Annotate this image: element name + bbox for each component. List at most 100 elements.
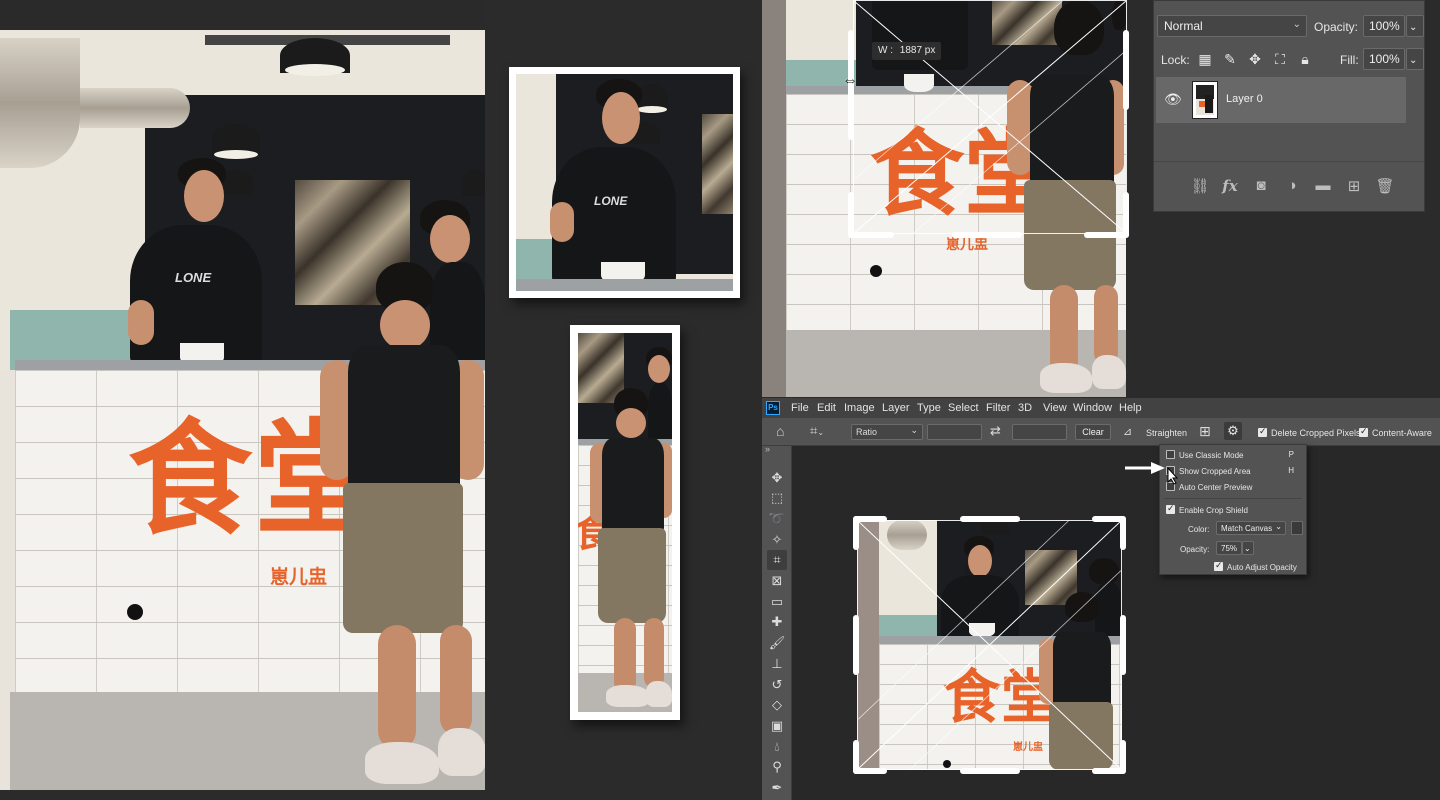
auto-adjust-opacity-option[interactable]: Auto Adjust Opacity [1214,560,1297,572]
layer-row[interactable]: 👁︎ Layer 0 [1156,77,1406,123]
crop-handle-right-mid[interactable] [1120,615,1126,675]
trash-icon[interactable]: 🗑︎ [1375,177,1395,195]
history-brush-icon[interactable]: ↺ [767,675,787,695]
menu-window[interactable]: Window [1073,402,1112,414]
marquee-tool-icon[interactable]: ⬚ [767,488,787,508]
straighten-button[interactable]: Straighten [1146,428,1187,438]
tools-panel: » ✥ ⬚ ➰ ✧ ⌗ ⊠ ▭ ✚ 🖌︎ ⊥ ↺ ◇ ▣ 💧︎ ⚲ ✒ [762,444,792,800]
delete-cropped-checkbox[interactable]: Delete Cropped Pixels [1258,426,1361,438]
magic-wand-icon[interactable]: ✧ [767,530,787,550]
crop-box-top[interactable] [853,0,1127,234]
width-tooltip-label: W : [878,45,893,56]
opacity-value: 100% [1369,19,1400,33]
crop-handle-top-mid[interactable] [960,516,1020,522]
delete-cropped-label: Delete Cropped Pixels [1271,428,1361,438]
mask-icon[interactable]: ◙ [1251,177,1271,194]
overlay-options-icon[interactable]: ⊞ [1199,423,1211,440]
lock-artboard-icon[interactable]: ⛶ [1272,51,1288,67]
brush-tool-icon[interactable]: 🖌︎ [767,633,787,653]
fill-dropdown[interactable]: ⌄ [1406,48,1424,70]
lock-paint-icon[interactable]: ✎ [1222,51,1238,67]
opacity-field[interactable]: 100% [1363,15,1405,37]
crop-handle-bottom-mid[interactable] [952,232,1022,238]
crop-handle-top-right-v[interactable] [1120,516,1126,550]
enable-crop-shield-label: Enable Crop Shield [1179,506,1248,515]
square-print: LONE [509,67,740,298]
photoshop-logo-icon: Ps [766,401,780,415]
crop-handle-bottom-left-h[interactable] [848,232,894,238]
layer-name[interactable]: Layer 0 [1226,93,1263,105]
crop-handle-left-mid[interactable] [853,615,859,675]
show-cropped-area-option[interactable]: Show Cropped Area H [1166,466,1302,476]
menu-select[interactable]: Select [948,402,979,414]
use-classic-mode-label: Use Classic Mode [1179,451,1244,460]
crop-handle-bottom-right-h[interactable] [1084,232,1129,238]
menu-filter[interactable]: Filter [986,402,1010,414]
crop-box-bottom[interactable] [857,520,1122,770]
frame-tool-icon[interactable]: ⊠ [767,571,787,591]
shield-color-select[interactable]: Match Canvas ⌄ [1216,521,1286,535]
shield-opacity-dropdown[interactable]: ⌄ [1242,541,1254,555]
collapse-icon[interactable]: » [765,444,770,454]
crop-handle-top-left-v[interactable] [853,516,859,550]
crop-width-input[interactable] [927,424,982,440]
annotation-arrow-icon [1125,462,1165,474]
healing-brush-icon[interactable]: ✚ [767,612,787,632]
opacity-dropdown[interactable]: ⌄ [1406,15,1424,37]
gradient-tool-icon[interactable]: ▣ [767,716,787,736]
new-layer-icon[interactable]: ⊞ [1344,177,1364,195]
straighten-icon[interactable]: ⊿ [1123,425,1132,438]
enable-crop-shield-option[interactable]: Enable Crop Shield [1166,503,1248,515]
crop-handle-bottom-left-h[interactable] [853,768,887,774]
use-classic-mode-option[interactable]: Use Classic Mode P [1166,450,1302,460]
shirt-print: LONE [175,270,212,285]
ratio-select[interactable]: Ratio ⌄ [851,424,923,440]
fx-icon[interactable]: fx [1220,177,1240,195]
shortcut-key: H [1288,466,1294,475]
content-aware-checkbox[interactable]: Content-Aware [1359,426,1432,438]
menu-3d[interactable]: 3D [1018,402,1032,414]
fill-field[interactable]: 100% [1363,48,1405,70]
crop-handle-bottom-mid[interactable] [960,768,1020,774]
menu-file[interactable]: File [791,402,809,414]
adjustment-icon[interactable]: ◑ [1282,177,1302,194]
chevron-down-icon: ⌄ [910,425,918,435]
lock-all-icon[interactable]: 🔒︎ [1297,51,1313,67]
crop-height-input[interactable] [1012,424,1067,440]
shield-color-swatch[interactable] [1291,521,1303,535]
home-icon[interactable]: ⌂ [776,423,784,439]
crop-handle-bottom-right-h[interactable] [1092,768,1126,774]
clear-button[interactable]: Clear [1075,424,1111,440]
crop-tool-preset-icon[interactable]: ⌗⌄ [810,423,824,439]
gear-icon[interactable]: ⚙ [1224,422,1242,440]
blur-tool-icon[interactable]: 💧︎ [767,737,787,757]
folder-icon[interactable]: ▬ [1313,177,1333,194]
width-tooltip: W : 1887 px [872,42,942,60]
main-photo: LONE 食堂 崽儿盅 [0,0,485,790]
resize-cursor-icon: ⇔ [842,72,858,89]
crop-handle-right-mid[interactable] [1123,30,1129,110]
menu-image[interactable]: Image [844,402,875,414]
menu-help[interactable]: Help [1119,402,1142,414]
chevron-down-icon: ⌄ [1244,544,1251,553]
move-tool-icon[interactable]: ✥ [767,468,787,488]
menu-view[interactable]: View [1043,402,1067,414]
link-icon[interactable]: ⛓︎ [1190,177,1210,195]
menu-type[interactable]: Type [917,402,941,414]
dodge-tool-icon[interactable]: ⚲ [767,757,787,777]
pen-tool-icon[interactable]: ✒ [767,778,787,798]
stamp-tool-icon[interactable]: ⊥ [767,654,787,674]
options-bar: ⌂ ⌗⌄ Ratio ⌄ ⇄ Clear ⊿ Straighten ⊞ ⚙ De… [762,418,1440,446]
shield-opacity-field[interactable]: 75% [1216,541,1242,555]
ruler-tool-icon[interactable]: ▭ [767,592,787,612]
swap-icon[interactable]: ⇄ [990,423,1001,439]
menu-layer[interactable]: Layer [882,402,910,414]
menu-edit[interactable]: Edit [817,402,836,414]
lock-transparent-icon[interactable]: ▦ [1197,51,1213,67]
eraser-tool-icon[interactable]: ◇ [767,695,787,715]
blend-mode-select[interactable]: Normal ⌄ [1157,15,1307,37]
lock-move-icon[interactable]: ✥ [1247,51,1263,67]
crop-tool-icon[interactable]: ⌗ [767,550,787,570]
eye-icon[interactable]: 👁︎ [1164,91,1182,108]
lasso-tool-icon[interactable]: ➰ [767,509,787,529]
